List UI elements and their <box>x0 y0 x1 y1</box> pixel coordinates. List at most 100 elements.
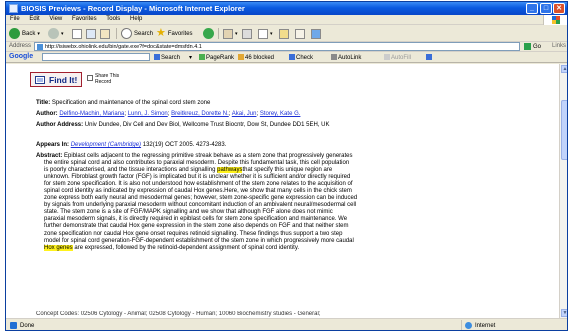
abstract-line: the entire spinal cord and also contribu… <box>44 160 350 167</box>
google-toolbar: Google Search ▾ PageRank 46 blocked Chec… <box>6 52 567 63</box>
browser-window: BIOSIS Previews - Record Display - Micro… <box>5 1 568 331</box>
record-title: Specification and maintenance of the spi… <box>51 100 211 106</box>
google-logo[interactable]: Google <box>9 53 33 60</box>
popup-blocker-button[interactable]: 46 blocked <box>238 54 274 61</box>
chevron-down-icon[interactable]: ▾ <box>61 31 64 37</box>
autofill-icon <box>384 54 390 60</box>
address-input[interactable]: http://isiwebx.ohiolink.edu/bin/gate.exe… <box>34 42 520 51</box>
highlight-hox-genes: Hox genes <box>44 244 73 251</box>
research-icon <box>295 28 305 39</box>
mail-icon <box>223 28 233 39</box>
options-dropdown[interactable]: ▾ <box>189 54 192 61</box>
refresh-button[interactable] <box>86 27 96 40</box>
author-link[interactable]: Storey, Kate G. <box>260 111 301 117</box>
chevron-down-icon[interactable]: ▾ <box>235 31 238 37</box>
menu-file[interactable]: File <box>6 15 24 22</box>
pagerank-icon <box>199 54 205 60</box>
settings-icon <box>426 54 432 60</box>
home-button[interactable] <box>100 27 110 40</box>
menu-edit[interactable]: Edit <box>25 15 43 22</box>
scroll-thumb[interactable] <box>561 100 567 160</box>
close-button[interactable]: ✕ <box>553 3 565 14</box>
autolink-button[interactable]: AutoLink <box>331 54 361 61</box>
status-bar: Done Internet <box>6 318 567 330</box>
menu-tools[interactable]: Tools <box>102 15 124 22</box>
favorites-button[interactable]: ★ Favorites <box>156 27 193 40</box>
menu-favorites[interactable]: Favorites <box>68 15 101 22</box>
google-search-icon <box>154 54 160 60</box>
google-search-button[interactable]: Search <box>154 54 180 61</box>
search-button[interactable]: Search <box>121 27 153 40</box>
author-line: Author: Delfino-Machin, Mariana; Lunn, J… <box>36 111 301 117</box>
menu-help[interactable]: Help <box>126 15 146 22</box>
google-search-input[interactable] <box>42 53 150 61</box>
back-button[interactable]: Back ▾ <box>9 27 40 40</box>
highlight-pathways: pathways <box>217 167 243 174</box>
menu-view[interactable]: View <box>45 15 66 22</box>
maximize-button[interactable]: □ <box>540 3 552 14</box>
author-link[interactable]: Akai, Jun <box>232 111 257 117</box>
search-icon <box>121 28 132 39</box>
share-record[interactable]: Share This Record <box>87 73 121 85</box>
print-button[interactable] <box>242 27 252 40</box>
abstract-label: Abstract: <box>36 153 63 159</box>
windows-logo-icon <box>543 15 567 25</box>
abstract: Abstract: Epiblast cells adjacent to the… <box>36 153 434 252</box>
links-button[interactable]: Links <box>552 43 566 49</box>
spellcheck-icon <box>289 54 295 60</box>
share-checkbox[interactable] <box>87 75 93 81</box>
edit-page-icon <box>258 28 268 39</box>
find-it-button[interactable]: Find It! <box>30 72 82 87</box>
forward-arrow-icon <box>48 28 59 39</box>
status-done: Done <box>10 322 34 329</box>
abstract-line: paraxial mesoderm signals, it is directl… <box>44 216 348 223</box>
chevron-down-icon[interactable]: ▾ <box>270 31 273 37</box>
favorites-label: Favorites <box>167 30 193 37</box>
title-line: Title: Specification and maintenance of … <box>36 100 210 106</box>
edit-button[interactable]: ▾ <box>258 27 273 40</box>
google-options-button[interactable] <box>426 54 433 61</box>
page-content: Find It! Share This Record Title: Specif… <box>6 64 559 318</box>
appears-in-line: Appears In: Development (Cambridge) 132(… <box>36 142 226 148</box>
mail-button[interactable]: ▾ <box>223 27 238 40</box>
search-label: Search <box>134 30 154 37</box>
messenger-button[interactable] <box>311 27 321 40</box>
abstract-line: zone specification nor caudal Hox gene o… <box>44 230 343 237</box>
abstract-line: unknown. Fibroblast growth factor (FGF) … <box>44 174 351 181</box>
abstract-line: Epiblast cells adjacent to the regressin… <box>64 153 353 159</box>
author-link[interactable]: Delfino-Machin, Mariana <box>59 111 124 117</box>
scroll-up-icon[interactable]: ▲ <box>561 65 567 73</box>
discuss-button[interactable] <box>279 27 289 40</box>
popup-blocker-icon <box>238 54 244 60</box>
spellcheck-button[interactable]: Check <box>289 54 313 61</box>
window-title: BIOSIS Previews - Record Display - Micro… <box>21 4 245 13</box>
globe-icon <box>465 322 472 329</box>
scroll-down-icon[interactable]: ▼ <box>561 309 567 317</box>
author-link[interactable]: Breitkreuz, Dorette N. <box>171 111 229 117</box>
forward-button[interactable]: ▾ <box>48 27 64 40</box>
go-label: Go <box>533 43 542 50</box>
autofill-button[interactable]: AutoFill <box>384 54 411 61</box>
concept-codes-line: Concept Codes: 02506 Cytology - Animal; … <box>36 311 321 317</box>
stop-icon <box>72 28 82 39</box>
page-icon <box>37 44 43 50</box>
find-it-icon <box>35 75 45 84</box>
research-button[interactable] <box>295 27 305 40</box>
author-address-line: Author Address: Univ Dundee, Div Cell an… <box>36 122 329 128</box>
title-bar[interactable]: BIOSIS Previews - Record Display - Micro… <box>6 2 567 15</box>
stop-button[interactable] <box>72 27 82 40</box>
autolink-icon <box>331 54 337 60</box>
history-button[interactable] <box>203 27 214 40</box>
print-icon <box>242 28 252 39</box>
chevron-down-icon[interactable]: ▾ <box>37 31 40 37</box>
messenger-icon <box>311 28 321 39</box>
author-label: Author: <box>36 111 58 117</box>
minimize-button[interactable]: _ <box>526 3 538 14</box>
go-button[interactable]: Go <box>524 42 548 51</box>
journal-link[interactable]: Development (Cambridge) <box>71 142 141 148</box>
author-link[interactable]: Lunn, J. Simon <box>128 111 168 117</box>
vertical-scrollbar[interactable]: ▲ ▼ <box>559 64 567 318</box>
abstract-line: zone express both early neural and mesod… <box>44 195 358 202</box>
pagerank-button[interactable]: PageRank <box>199 54 234 61</box>
home-icon <box>100 28 110 39</box>
